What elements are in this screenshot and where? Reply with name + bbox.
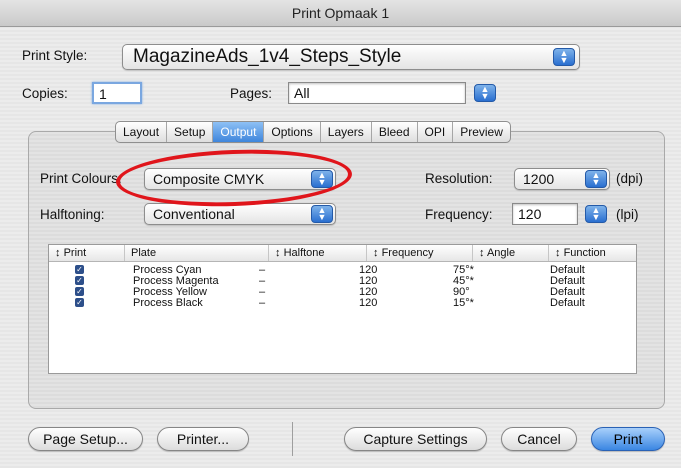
column-header-function[interactable]: ↕ Function bbox=[549, 245, 638, 261]
checkmark-icon[interactable]: ✓ bbox=[75, 298, 84, 307]
plate-table: ↕ Print Plate ↕ Halftone ↕ Frequency ↕ A… bbox=[48, 244, 637, 374]
tab-setup[interactable]: Setup bbox=[167, 122, 214, 142]
updown-arrows-icon[interactable]: ▲ ▼ bbox=[585, 205, 607, 223]
sort-arrows-icon: ↕ bbox=[275, 247, 281, 259]
sort-arrows-icon: ↕ bbox=[55, 247, 61, 259]
frequency-value: 120 bbox=[359, 297, 378, 309]
column-header-plate[interactable]: Plate bbox=[125, 245, 269, 261]
plate-name: Process Black bbox=[133, 297, 203, 309]
copies-field[interactable]: 1 bbox=[92, 82, 142, 104]
printer-button[interactable]: Printer... bbox=[157, 427, 249, 451]
function-value: Default bbox=[550, 297, 585, 309]
tab-options[interactable]: Options bbox=[264, 122, 321, 142]
updown-arrows-icon[interactable]: ▲ ▼ bbox=[585, 170, 607, 188]
print-button[interactable]: Print bbox=[591, 427, 665, 451]
checkmark-icon[interactable]: ✓ bbox=[75, 265, 84, 274]
sort-arrows-icon: ↕ bbox=[555, 247, 561, 259]
pages-label: Pages: bbox=[230, 86, 273, 101]
tab-layers[interactable]: Layers bbox=[321, 122, 372, 142]
copies-label: Copies: bbox=[22, 86, 68, 101]
resolution-value: 1200 bbox=[523, 171, 555, 187]
resolution-unit: (dpi) bbox=[616, 171, 644, 186]
tab-bleed[interactable]: Bleed bbox=[372, 122, 418, 142]
updown-arrows-icon[interactable]: ▲ ▼ bbox=[553, 48, 575, 66]
print-style-popup[interactable]: MagazineAds_1v4_Steps_Style bbox=[122, 44, 580, 70]
halftoning-popup[interactable]: Conventional bbox=[144, 203, 336, 225]
frequency-unit: (lpi) bbox=[616, 207, 639, 222]
cancel-button[interactable]: Cancel bbox=[501, 427, 577, 451]
tab-output[interactable]: Output bbox=[213, 122, 265, 142]
tab-bar: Layout Setup Output Options Layers Bleed… bbox=[115, 121, 511, 143]
tab-layout[interactable]: Layout bbox=[116, 122, 168, 142]
print-dialog: Print Opmaak 1 Print Style: MagazineAds_… bbox=[0, 0, 681, 468]
sort-arrows-icon: ↕ bbox=[479, 247, 485, 259]
column-header-angle[interactable]: ↕ Angle bbox=[473, 245, 549, 261]
column-header-halftone[interactable]: ↕ Halftone bbox=[269, 245, 367, 261]
tab-opi[interactable]: OPI bbox=[418, 122, 454, 142]
table-header: ↕ Print Plate ↕ Halftone ↕ Frequency ↕ A… bbox=[49, 245, 636, 262]
button-separator bbox=[292, 422, 293, 456]
halftoning-label: Halftoning: bbox=[40, 207, 105, 222]
pages-field[interactable]: All bbox=[288, 82, 466, 104]
sort-arrows-icon: ↕ bbox=[373, 247, 379, 259]
checkmark-icon[interactable]: ✓ bbox=[75, 276, 84, 285]
updown-arrows-icon[interactable]: ▲ ▼ bbox=[474, 84, 496, 102]
halftoning-value: Conventional bbox=[153, 206, 235, 222]
window-title: Print Opmaak 1 bbox=[0, 0, 681, 27]
resolution-label: Resolution: bbox=[425, 171, 493, 186]
print-style-value: MagazineAds_1v4_Steps_Style bbox=[133, 46, 402, 67]
tab-preview[interactable]: Preview bbox=[453, 122, 510, 142]
halftone-value: – bbox=[259, 297, 266, 309]
angle-value: 15°* bbox=[453, 297, 474, 309]
updown-arrows-icon[interactable]: ▲ ▼ bbox=[311, 205, 333, 223]
print-style-label: Print Style: bbox=[22, 48, 88, 63]
frequency-field[interactable]: 120 bbox=[512, 203, 578, 225]
capture-settings-button[interactable]: Capture Settings bbox=[344, 427, 487, 451]
checkmark-icon[interactable]: ✓ bbox=[75, 287, 84, 296]
page-setup-button[interactable]: Page Setup... bbox=[28, 427, 143, 451]
column-header-print[interactable]: ↕ Print bbox=[49, 245, 125, 261]
frequency-label: Frequency: bbox=[425, 207, 493, 222]
column-header-frequency[interactable]: ↕ Frequency bbox=[367, 245, 473, 261]
print-colours-label: Print Colours: bbox=[40, 171, 122, 186]
